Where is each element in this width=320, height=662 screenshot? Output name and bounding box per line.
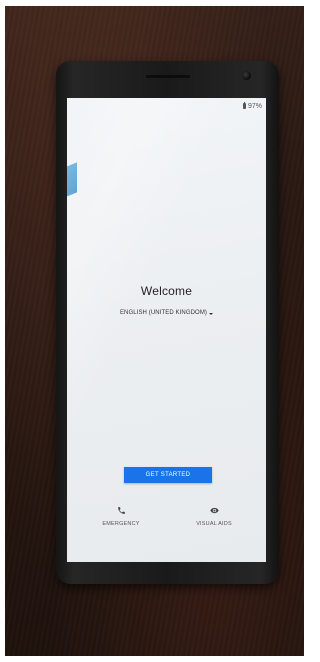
chevron-down-icon: [209, 313, 214, 315]
screen-glare: [67, 98, 266, 562]
language-selector-label: ENGLISH (UNITED KINGDOM): [119, 310, 208, 316]
earpiece-speaker: [146, 75, 190, 78]
photo-background: 97% Welcome ENGLISH (UNITED KINGDOM) GET…: [5, 6, 304, 656]
screen-reflection: [67, 162, 77, 200]
phone-icon: [117, 507, 125, 514]
emergency-label: EMERGENCY: [102, 521, 140, 527]
language-selector[interactable]: ENGLISH (UNITED KINGDOM): [67, 310, 266, 316]
battery-icon: [242, 102, 246, 109]
phone-device: 97% Welcome ENGLISH (UNITED KINGDOM) GET…: [56, 61, 279, 584]
welcome-title: Welcome: [140, 284, 193, 298]
phone-screen: 97% Welcome ENGLISH (UNITED KINGDOM) GET…: [67, 98, 266, 562]
emergency-button[interactable]: EMERGENCY: [91, 506, 151, 527]
status-bar: 97%: [242, 101, 262, 111]
visual-aids-button[interactable]: VISUAL AIDS: [184, 506, 244, 527]
eye-icon: [209, 507, 219, 514]
get-started-button[interactable]: GET STARTED: [124, 467, 212, 483]
visual-aids-label: VISUAL AIDS: [196, 521, 232, 527]
front-camera: [242, 71, 251, 80]
battery-level: 97%: [247, 102, 262, 110]
